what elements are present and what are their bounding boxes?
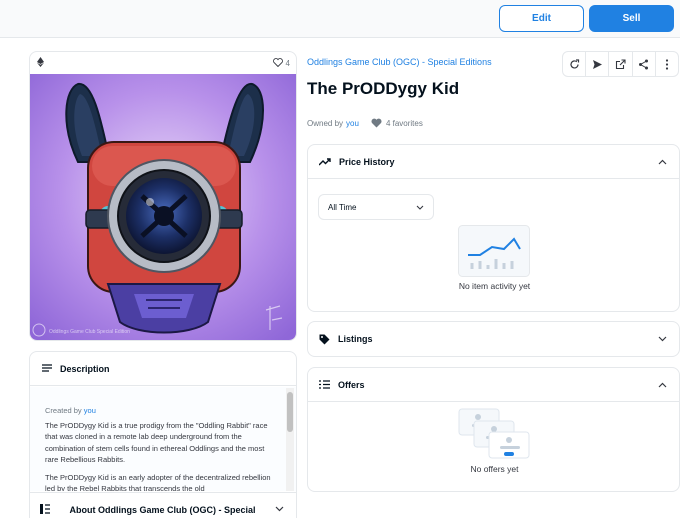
external-link-icon (615, 58, 626, 69)
more-options-button[interactable] (656, 52, 678, 76)
chevron-up-icon (658, 157, 667, 167)
price-history-header[interactable]: Price History (308, 145, 679, 179)
chevron-down-icon (275, 504, 284, 514)
chevron-up-icon (658, 380, 667, 390)
empty-chart-illustration (458, 225, 530, 282)
favorite-button[interactable]: 4 (272, 57, 290, 69)
about-collection-heading: About Oddlings Game Club (OGC) - Special… (69, 505, 256, 518)
no-activity-text: No item activity yet (458, 281, 531, 291)
listings-panel: Listings (307, 321, 680, 357)
description-paragraph: The PrODDygy Kid is a true prodigy from … (45, 420, 268, 465)
share-button[interactable] (633, 52, 656, 76)
list-icon (42, 363, 52, 374)
refresh-icon (570, 58, 579, 69)
item-action-group (562, 51, 679, 77)
time-range-value: All Time (328, 202, 357, 212)
description-header[interactable]: Description (30, 352, 296, 386)
collection-link[interactable]: Oddlings Game Club (OGC) - Special Editi… (307, 57, 492, 67)
list-icon (40, 504, 50, 516)
description-panel: Description Created by you The PrODDygy … (29, 351, 297, 518)
favorites-count[interactable]: 4 favorites (371, 118, 423, 128)
item-image-card: 4 Oddlings Game Club Special Edition (29, 51, 297, 341)
description-paragraph: The PrODDygy Kid is an early adopter of … (45, 472, 271, 492)
favorite-count: 4 (285, 58, 290, 68)
heart-icon (272, 57, 283, 69)
owned-by-prefix: Owned by (307, 118, 344, 128)
listings-header[interactable]: Listings (308, 322, 679, 356)
about-collection-header[interactable]: About Oddlings Game Club (OGC) - Special… (30, 492, 296, 518)
empty-offers-illustration (458, 408, 532, 465)
favorites-text: 4 favorites (385, 118, 423, 128)
edit-button[interactable]: Edit (499, 5, 584, 32)
send-icon (592, 59, 602, 69)
offers-panel: Offers No offers yet (307, 367, 680, 492)
top-action-bar: Edit Sell (0, 0, 680, 38)
offers-heading: Offers (338, 379, 365, 390)
list-icon (319, 380, 330, 389)
time-range-select[interactable]: All Time (318, 194, 434, 220)
tag-icon (319, 334, 330, 344)
owner-link[interactable]: you (346, 119, 359, 128)
created-by-line: Created by you (45, 405, 274, 417)
description-heading: Description (60, 363, 110, 374)
no-offers-text: No offers yet (470, 464, 519, 474)
image-card-header: 4 (30, 52, 296, 74)
item-title: The PrODDygy Kid (307, 79, 460, 98)
offers-header[interactable]: Offers (308, 368, 679, 402)
price-history-panel: Price History All Time No item activity … (307, 144, 680, 312)
price-history-heading: Price History (339, 156, 395, 167)
transfer-button[interactable] (586, 52, 610, 76)
creator-link[interactable]: you (84, 406, 96, 415)
created-prefix: Created by (45, 406, 82, 415)
refresh-button[interactable] (563, 52, 587, 76)
chevron-down-icon (658, 334, 667, 344)
listings-heading: Listings (338, 334, 373, 344)
sell-button[interactable]: Sell (589, 5, 674, 32)
description-scrollbar-thumb[interactable] (287, 392, 293, 432)
trending-up-icon (319, 157, 331, 165)
image-watermark: Oddlings Game Club Special Edition (49, 329, 130, 335)
ownership-line: Owned by you 4 favorites (307, 118, 423, 128)
open-external-button[interactable] (609, 52, 633, 76)
ethereum-icon (37, 57, 44, 69)
nft-image[interactable]: Oddlings Game Club Special Edition (30, 74, 296, 340)
share-icon (639, 59, 649, 69)
heart-icon (371, 118, 382, 128)
chevron-down-icon (416, 205, 424, 210)
more-vertical-icon (665, 58, 669, 70)
description-body: Created by you The PrODDygy Kid is a tru… (30, 387, 296, 491)
